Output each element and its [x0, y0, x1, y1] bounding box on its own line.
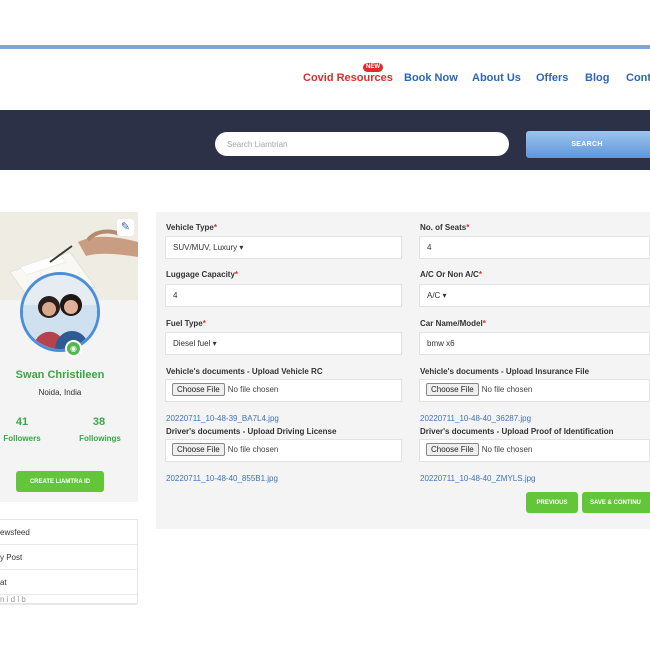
insurance-no-file-text: No file chosen	[481, 385, 533, 394]
nav-contact[interactable]: Conta	[626, 72, 650, 84]
car-name-input[interactable]: bmw x6	[419, 332, 650, 355]
vehicle-form: Vehicle Type* SUV/MUV, Luxury ▾ No. of S…	[156, 212, 650, 529]
nav-blog[interactable]: Blog	[585, 72, 609, 84]
create-liamtra-id-button[interactable]: CREATE LIAMTRA ID	[16, 471, 104, 492]
rc-no-file-text: No file chosen	[227, 385, 279, 394]
nav-covid-resources[interactable]: Covid Resources	[303, 72, 393, 84]
nav-offers[interactable]: Offers	[536, 72, 568, 84]
license-file-input[interactable]: Choose File No file chosen	[165, 439, 402, 462]
rc-file-link[interactable]: 20220711_10-48-39_BA7L4.jpg	[166, 414, 279, 423]
insurance-file-link[interactable]: 20220711_10-48-40_36287.jpg	[420, 414, 531, 423]
menu-item-cutoff[interactable]: n i d l b	[0, 595, 137, 605]
profile-location: Noida, India	[38, 388, 82, 397]
license-no-file-text: No file chosen	[227, 445, 279, 454]
ac-label: A/C Or Non A/C*	[420, 270, 482, 279]
insurance-file-input[interactable]: Choose File No file chosen	[419, 379, 650, 402]
top-accent-line	[0, 45, 650, 49]
license-upload-label: Driver's documents - Upload Driving Lice…	[166, 427, 337, 436]
fuel-type-select[interactable]: Diesel fuel ▾	[165, 332, 402, 355]
vehicle-type-select[interactable]: SUV/MUV, Luxury ▾	[165, 236, 402, 259]
avatar-photo	[23, 275, 97, 349]
followers-label[interactable]: Followers	[0, 434, 44, 443]
fuel-type-label: Fuel Type*	[166, 319, 206, 328]
seats-label: No. of Seats*	[420, 223, 470, 232]
license-choose-file-button[interactable]: Choose File	[172, 443, 225, 456]
rc-file-input[interactable]: Choose File No file chosen	[165, 379, 402, 402]
identification-file-input[interactable]: Choose File No file chosen	[419, 439, 650, 462]
insurance-choose-file-button[interactable]: Choose File	[426, 383, 479, 396]
followings-count: 38	[92, 416, 106, 428]
luggage-label: Luggage Capacity*	[166, 270, 239, 279]
menu-item-newsfeed[interactable]: ewsfeed	[0, 520, 137, 545]
previous-button[interactable]: PREVIOUS	[526, 492, 578, 513]
identification-choose-file-button[interactable]: Choose File	[426, 443, 479, 456]
rc-upload-label: Vehicle's documents - Upload Vehicle RC	[166, 367, 323, 376]
profile-name: Swan Christileen	[15, 369, 105, 381]
identification-file-link[interactable]: 20220711_10-48-40_ZMYLS.jpg	[420, 474, 536, 483]
menu-item-my-post[interactable]: y Post	[0, 545, 137, 570]
menu-item-chat[interactable]: at	[0, 570, 137, 595]
side-menu: ewsfeed y Post at n i d l b	[0, 519, 138, 605]
edit-profile-icon[interactable]: ✎	[117, 219, 134, 236]
vehicle-type-label: Vehicle Type*	[166, 223, 217, 232]
seats-input[interactable]: 4	[419, 236, 650, 259]
identification-no-file-text: No file chosen	[481, 445, 533, 454]
avatar[interactable]	[20, 272, 100, 352]
car-name-label: Car Name/Model*	[420, 319, 486, 328]
new-badge: NEW	[363, 63, 383, 72]
identification-upload-label: Driver's documents - Upload Proof of Ide…	[420, 427, 614, 436]
search-banner: SEARCH	[0, 110, 650, 170]
search-input[interactable]	[215, 132, 509, 156]
camera-icon[interactable]: ◉	[65, 340, 82, 357]
main-nav: Covid Resources Book Now About Us Offers…	[0, 72, 650, 92]
license-file-link[interactable]: 20220711_10-48-40_855B1.jpg	[166, 474, 278, 483]
insurance-upload-label: Vehicle's documents - Upload Insurance F…	[420, 367, 590, 376]
profile-card: ✎ ◉ Swan Christileen Noida, India 41 Fol…	[0, 212, 138, 502]
page: NEW Covid Resources Book Now About Us Of…	[0, 0, 650, 650]
save-continue-button[interactable]: SAVE & CONTINU	[582, 492, 650, 513]
luggage-input[interactable]: 4	[165, 284, 402, 307]
ac-select[interactable]: A/C ▾	[419, 284, 650, 307]
rc-choose-file-button[interactable]: Choose File	[172, 383, 225, 396]
nav-about-us[interactable]: About Us	[472, 72, 521, 84]
followings-label[interactable]: Followings	[74, 434, 126, 443]
nav-book-now[interactable]: Book Now	[404, 72, 458, 84]
followers-count: 41	[15, 416, 29, 428]
search-button[interactable]: SEARCH	[526, 131, 650, 158]
